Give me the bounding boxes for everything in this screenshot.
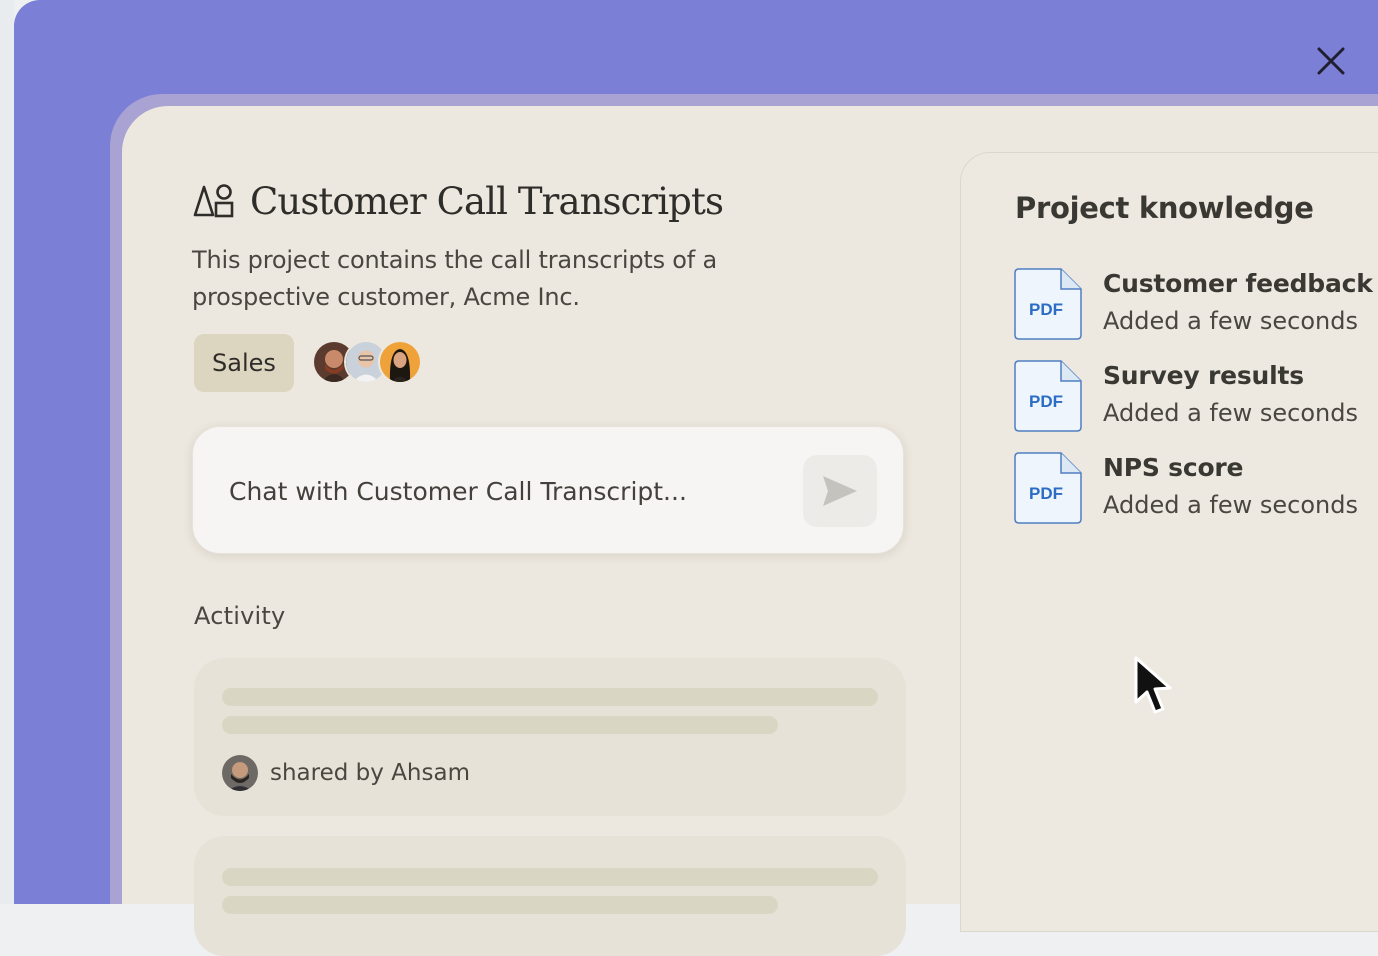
file-name: NPS score [1103,453,1244,482]
shared-by-row: shared by Ahsam [222,754,470,792]
shared-by-text: shared by Ahsam [270,760,470,786]
knowledge-file[interactable]: PDF Customer feedback t Added a few seco… [1013,267,1378,341]
avatar[interactable] [378,340,422,384]
chat-composer [192,426,904,554]
file-added-time: Added a few seconds [1103,399,1358,427]
pdf-file-icon: PDF [1014,268,1082,340]
knowledge-file[interactable]: PDF Survey results Added a few seconds [1013,359,1378,433]
send-button[interactable] [803,455,877,527]
svg-text:PDF: PDF [1029,300,1063,319]
send-icon [823,476,857,506]
window-edge [0,0,14,904]
tag-sales[interactable]: Sales [194,334,294,392]
knowledge-file[interactable]: PDF NPS score Added a few seconds [1013,451,1378,525]
file-name: Survey results [1103,361,1304,390]
project-knowledge-panel: Project knowledge PDF Customer feedback … [960,152,1378,932]
activity-heading: Activity [194,602,286,630]
skeleton-line [222,868,878,886]
project-panel: Customer Call Transcripts This project c… [122,106,1378,956]
activity-item[interactable]: shared by Ahsam [194,658,906,816]
file-added-time: Added a few seconds [1103,491,1358,519]
skeleton-line [222,688,878,706]
avatar [222,755,258,791]
project-header: Customer Call Transcripts [192,176,724,226]
pdf-file-icon: PDF [1014,452,1082,524]
file-name: Customer feedback t [1103,269,1378,298]
close-icon [1317,47,1345,75]
close-button[interactable] [1310,40,1352,82]
pdf-file-icon: PDF [1014,360,1082,432]
svg-text:PDF: PDF [1029,392,1063,411]
shapes-icon [192,181,236,221]
file-added-time: Added a few seconds [1103,307,1358,335]
project-title: Customer Call Transcripts [250,179,724,223]
activity-item[interactable] [194,836,906,956]
skeleton-line [222,896,778,914]
chat-input[interactable] [229,463,789,519]
project-knowledge-title: Project knowledge [1015,191,1314,225]
skeleton-line [222,716,778,734]
project-description: This project contains the call transcrip… [192,246,717,311]
mouse-cursor-icon [1134,656,1172,714]
svg-text:PDF: PDF [1029,484,1063,503]
